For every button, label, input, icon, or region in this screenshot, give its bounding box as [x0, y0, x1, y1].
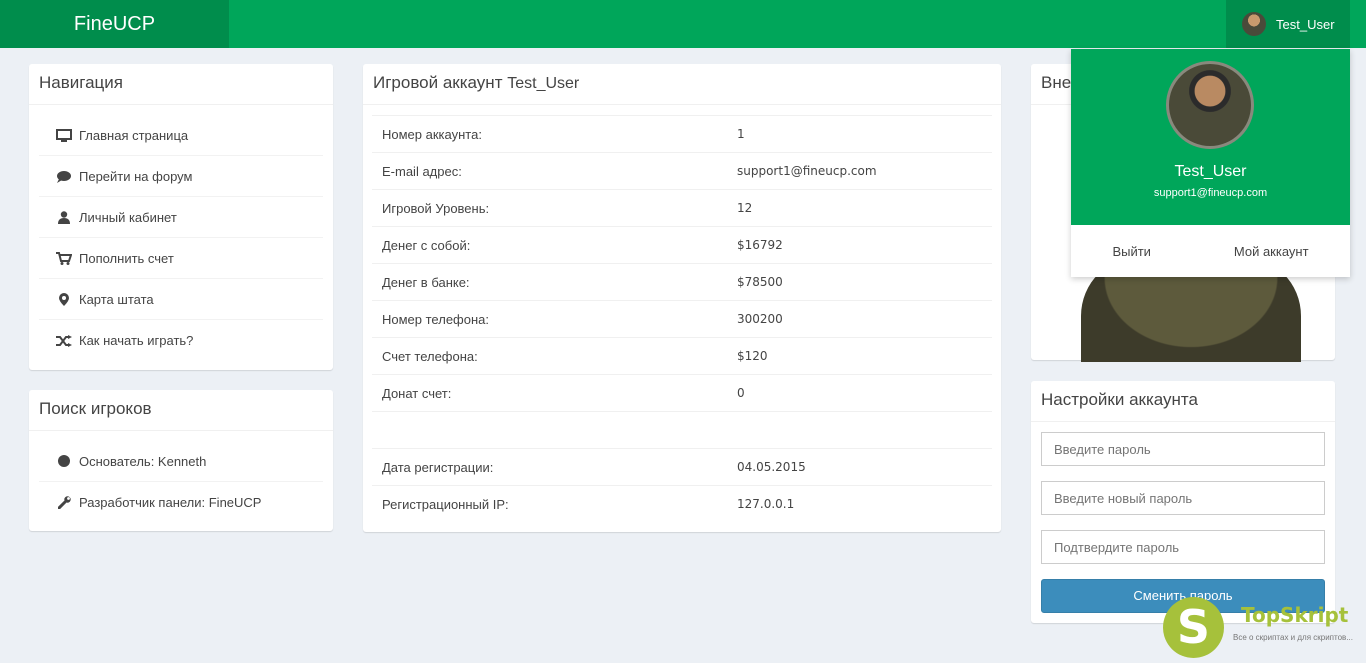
row-label: Донат счет: [372, 374, 727, 412]
confirm-password-input[interactable] [1041, 530, 1325, 564]
table-row: Номер аккаунта: 1 [372, 115, 992, 153]
row-value: $120 [727, 337, 992, 375]
nav-item-home[interactable]: Главная страница [39, 115, 323, 156]
row-value: 0 [727, 374, 992, 412]
watermark-logo: S [1163, 597, 1224, 658]
table-row: Денег с собой: $16792 [372, 226, 992, 264]
cart-icon [56, 251, 72, 265]
row-value: 127.0.0.1 [727, 485, 992, 523]
row-label [372, 411, 727, 449]
row-value: 1 [727, 115, 992, 153]
player-search-list: Основатель: Kenneth Разработчик панели: … [29, 431, 333, 523]
row-value: 04.05.2015 [727, 448, 992, 486]
nav-item-map[interactable]: Карта штата [39, 279, 323, 320]
new-password-input[interactable] [1041, 481, 1325, 515]
navigation-list: Главная страница Перейти на форум Личный… [29, 105, 333, 361]
account-settings-box: Настройки аккаунта Сменить пароль [1031, 381, 1335, 623]
row-label: Дата регистрации: [372, 448, 727, 486]
monitor-icon [56, 128, 72, 142]
table-row: E-mail адрес: support1@fineucp.com [372, 152, 992, 190]
nav-item-label: Как начать играть? [79, 333, 194, 348]
nav-item-cabinet[interactable]: Личный кабинет [39, 197, 323, 238]
row-value: support1@fineucp.com [727, 152, 992, 190]
navigation-box: Навигация Главная страница Перейти на фо… [29, 64, 333, 370]
user-dropdown-footer: Выйти Мой аккаунт [1071, 225, 1350, 277]
table-row: Денег в банке: $78500 [372, 263, 992, 301]
dropdown-username: Test_User [1174, 163, 1247, 180]
row-value [727, 411, 992, 449]
watermark: S TopSkript Все о скриптах и для скрипто… [1163, 597, 1363, 661]
shuffle-icon [56, 334, 72, 347]
nav-item-topup[interactable]: Пополнить счет [39, 238, 323, 279]
account-table: Номер аккаунта: 1 E-mail адрес: support1@f… [372, 115, 992, 523]
row-label: Номер аккаунта: [372, 115, 727, 153]
row-value: 12 [727, 189, 992, 227]
dropdown-email: support1@fineucp.com [1153, 187, 1268, 199]
row-label: Счет телефона: [372, 337, 727, 375]
wrench-icon [56, 496, 72, 509]
row-value: 300200 [727, 300, 992, 338]
user-menu-toggle[interactable]: Test_User [1226, 0, 1350, 48]
row-label: Номер телефона: [372, 300, 727, 338]
user-dropdown-header: Test_User support1@fineucp.com [1071, 49, 1350, 225]
user-avatar-large [1166, 61, 1254, 149]
logout-button[interactable]: Выйти [1112, 244, 1151, 259]
row-label: E-mail адрес: [372, 152, 727, 190]
circle-icon [56, 455, 72, 467]
account-box: Игровой аккаунт Test_User Номер аккаунта… [363, 64, 1001, 532]
table-row: Регистрационный IP: 127.0.0.1 [372, 485, 992, 523]
my-account-button[interactable]: Мой аккаунт [1234, 244, 1309, 259]
developer-item[interactable]: Разработчик панели: FineUCP [39, 482, 323, 523]
table-row: Дата регистрации: 04.05.2015 [372, 448, 992, 486]
nav-item-label: Перейти на форум [79, 168, 193, 184]
watermark-brand: TopSkript [1241, 603, 1349, 627]
table-row: Игровой Уровень: 12 [372, 189, 992, 227]
header-username: Test_User [1276, 16, 1335, 32]
settings-title: Настройки аккаунта [1031, 381, 1335, 422]
nav-item-label: Карта штата [79, 291, 154, 307]
row-value: $78500 [727, 263, 992, 301]
user-icon [56, 210, 72, 224]
row-label: Игровой Уровень: [372, 189, 727, 227]
row-label: Регистрационный IP: [372, 485, 727, 523]
current-password-input[interactable] [1041, 432, 1325, 466]
watermark-slogan: Все о скриптах и для скриптов... [1233, 633, 1353, 642]
player-search-box: Поиск игроков Основатель: Kenneth Разраб… [29, 390, 333, 531]
table-row: Донат счет: 0 [372, 374, 992, 412]
nav-item-label: Пополнить счет [79, 250, 174, 266]
player-search-title: Поиск игроков [29, 390, 333, 431]
table-row: Номер телефона: 300200 [372, 300, 992, 338]
nav-item-forum[interactable]: Перейти на форум [39, 156, 323, 197]
account-title-user: Test_User [507, 75, 580, 92]
map-marker-icon [56, 292, 72, 306]
user-avatar-small [1242, 12, 1266, 36]
top-navbar: FineUCP Test_User [0, 0, 1366, 48]
logo[interactable]: FineUCP [0, 0, 229, 48]
founder-item[interactable]: Основатель: Kenneth [39, 441, 323, 482]
account-title-prefix: Игровой аккаунт [373, 73, 503, 92]
nav-item-how-to-play[interactable]: Как начать играть? [39, 320, 323, 361]
account-title: Игровой аккаунт Test_User [363, 64, 1001, 105]
navigation-title: Навигация [29, 64, 333, 105]
table-row: Счет телефона: $120 [372, 337, 992, 375]
row-value: $16792 [727, 226, 992, 264]
user-dropdown: Test_User support1@fineucp.com Выйти Мой… [1071, 49, 1350, 277]
founder-label: Основатель: Kenneth [79, 453, 207, 469]
developer-label: Разработчик панели: FineUCP [79, 495, 262, 510]
nav-item-label: Личный кабинет [79, 209, 177, 225]
row-label: Денег с собой: [372, 226, 727, 264]
row-label: Денег в банке: [372, 263, 727, 301]
table-row-empty [372, 411, 992, 449]
comment-icon [56, 170, 72, 183]
nav-item-label: Главная страница [79, 127, 189, 143]
